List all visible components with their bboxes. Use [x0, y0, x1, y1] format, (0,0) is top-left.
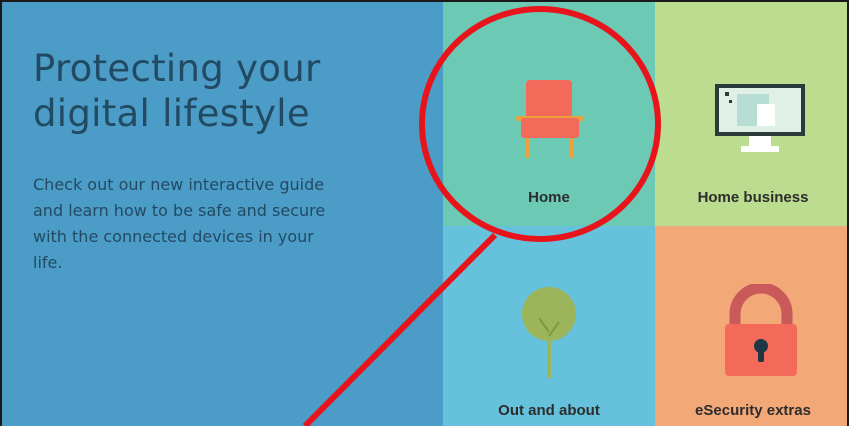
armchair-icon: [516, 80, 584, 158]
tile-home-label: Home: [528, 189, 570, 206]
tile-out-and-about[interactable]: Out and about: [443, 226, 655, 426]
hero-panel: Protecting your digital lifestyle Check …: [2, 2, 443, 426]
tile-home-business[interactable]: Home business: [655, 2, 847, 226]
hero-description: Check out our new interactive guide and …: [33, 175, 326, 272]
tile-home[interactable]: Home: [443, 2, 655, 226]
tile-esecurity-extras-label: eSecurity extras: [695, 402, 811, 419]
padlock-icon: [725, 284, 797, 376]
tree-icon: [522, 287, 576, 378]
hero-title: Protecting your digital lifestyle: [33, 47, 321, 135]
tile-esecurity-extras[interactable]: eSecurity extras: [655, 226, 847, 426]
interactive-guide-banner: Protecting your digital lifestyle Check …: [0, 0, 849, 426]
computer-monitor-icon: [715, 84, 805, 152]
tile-home-business-label: Home business: [697, 189, 809, 206]
tile-out-and-about-label: Out and about: [498, 402, 600, 419]
